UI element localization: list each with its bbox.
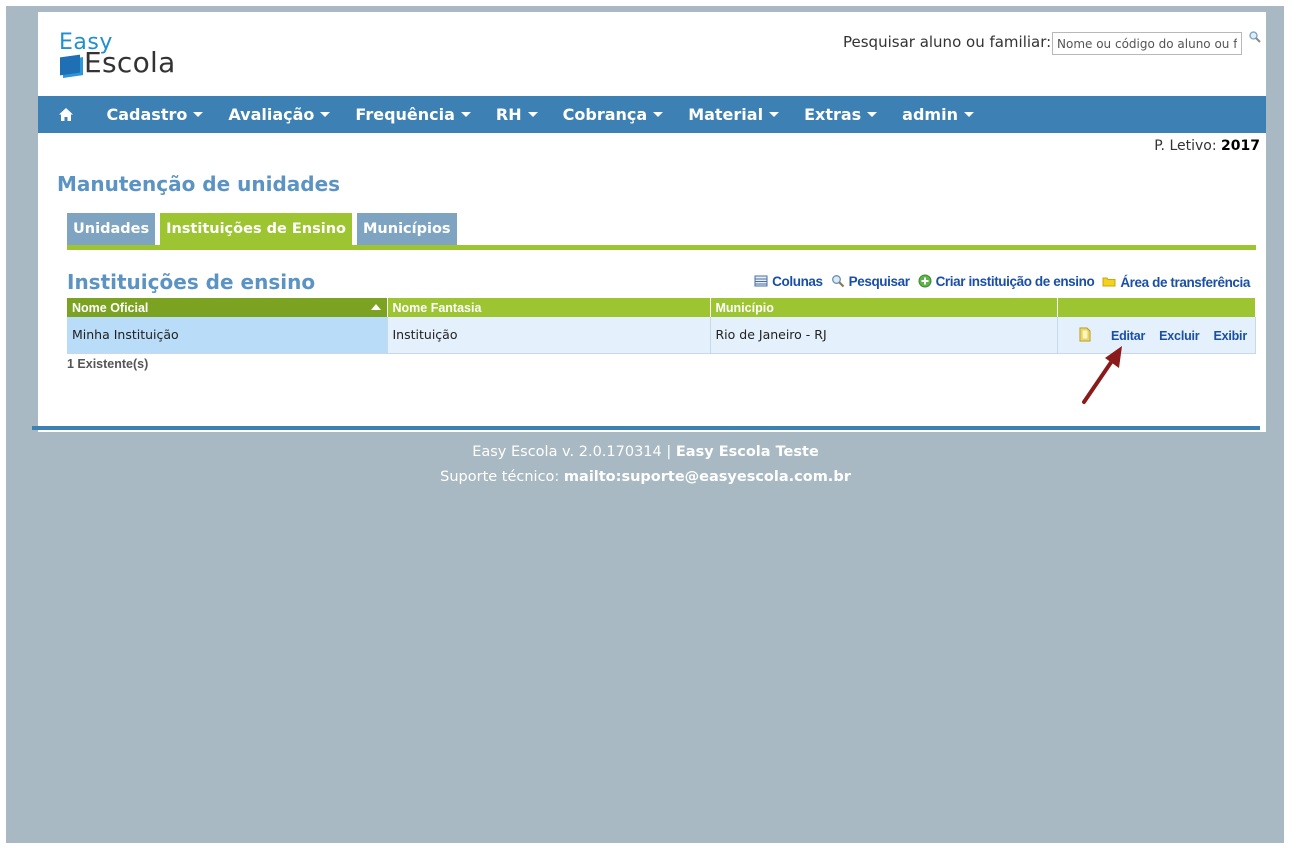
columns-icon [754, 275, 768, 287]
chevron-down-icon [653, 112, 664, 117]
header-municipio[interactable]: Município [710, 298, 1058, 317]
nav-label: Extras [804, 105, 862, 124]
chevron-down-icon [193, 112, 204, 117]
search-button[interactable]: Pesquisar [831, 274, 910, 289]
chevron-down-icon [320, 112, 331, 117]
nav-label: Cadastro [106, 105, 188, 124]
nav-admin[interactable]: admin [890, 96, 987, 133]
logo-book-icon [60, 54, 80, 76]
nav-cobranca[interactable]: Cobrança [550, 96, 676, 133]
table-header-row: Nome Oficial Nome Fantasia Município [67, 298, 1256, 317]
header-label: Nome Fantasia [392, 300, 482, 315]
header-actions [1057, 298, 1256, 317]
header-label: Município [715, 300, 774, 315]
footer-version-text: Easy Escola v. 2.0.170314 | [472, 444, 672, 460]
nav-label: Frequência [355, 105, 455, 124]
create-institution-button[interactable]: Criar instituição de ensino [918, 274, 1095, 289]
columns-button[interactable]: Colunas [754, 273, 823, 289]
clipboard-label: Área de transferência [1120, 275, 1250, 290]
nav-material[interactable]: Material [676, 96, 792, 133]
create-label: Criar instituição de ensino [935, 273, 1095, 289]
tab-instituicoes-de-ensino[interactable]: Instituições de Ensino [160, 213, 352, 245]
page-bottom-rule [32, 426, 1260, 430]
header-nome-fantasia[interactable]: Nome Fantasia [387, 298, 711, 317]
support-email-link[interactable]: mailto:suporte@easyescola.com.br [564, 469, 851, 485]
tabs-divider [67, 245, 1256, 250]
columns-label: Colunas [772, 273, 823, 289]
main-nav: Cadastro Avaliação Frequência RH Cobranç… [38, 96, 1266, 133]
nav-label: Cobrança [562, 105, 648, 124]
section-title: Instituições de ensino [67, 270, 316, 294]
nav-label: RH [495, 105, 522, 124]
home-icon [59, 108, 73, 121]
cell-nome-fantasia: Instituição [387, 317, 711, 354]
chevron-down-icon [527, 112, 538, 117]
window-background: Easy Escola Pesquisar aluno ou familiar:… [6, 6, 1284, 843]
footer-support: Suporte técnico: mailto:suporte@easyesco… [0, 469, 1291, 485]
delete-link[interactable]: Excluir [1159, 329, 1199, 343]
page-container: Easy Escola Pesquisar aluno ou familiar:… [38, 12, 1266, 432]
nav-rh[interactable]: RH [483, 96, 550, 133]
chevron-down-icon [460, 112, 471, 117]
tab-bar: Unidades Instituições de Ensino Municípi… [67, 213, 457, 245]
nav-label: Avaliação [228, 105, 315, 124]
period-label: P. Letivo: [1154, 138, 1217, 154]
header-nome-oficial[interactable]: Nome Oficial [67, 298, 388, 317]
nav-label: admin [902, 105, 958, 124]
search-icon[interactable] [1248, 30, 1262, 44]
nav-cadastro[interactable]: Cadastro [94, 96, 216, 133]
chevron-down-icon [963, 112, 974, 117]
tab-municipios[interactable]: Municípios [357, 213, 457, 245]
home-button[interactable] [38, 96, 94, 133]
cell-municipio: Rio de Janeiro - RJ [710, 317, 1058, 354]
period-value[interactable]: 2017 [1221, 138, 1260, 154]
chevron-down-icon [867, 112, 878, 117]
folder-icon [1102, 277, 1116, 287]
sort-ascending-icon [370, 304, 381, 310]
view-link[interactable]: Exibir [1213, 329, 1247, 343]
header-label: Nome Oficial [72, 300, 149, 315]
easy-escola-logo[interactable]: Easy Escola [58, 30, 208, 80]
logo-text-escola: Escola [84, 46, 176, 79]
search-label: Pesquisar aluno ou familiar: [843, 33, 1052, 51]
nav-label: Material [688, 105, 764, 124]
student-search-input[interactable] [1052, 32, 1242, 55]
footer-version: Easy Escola v. 2.0.170314 | Easy Escola … [0, 444, 1291, 460]
grid-toolbar: Colunas Pesquisar Criar instituição de e… [754, 272, 1250, 290]
record-count: 1 Existente(s) [67, 357, 149, 371]
footer-instance: Easy Escola Teste [675, 444, 819, 460]
magnifier-icon [831, 275, 844, 288]
chevron-down-icon [769, 112, 780, 117]
tab-unidades[interactable]: Unidades [67, 213, 156, 245]
add-icon [918, 274, 932, 288]
search-label: Pesquisar [848, 273, 910, 289]
nav-frequencia[interactable]: Frequência [343, 96, 484, 133]
annotation-arrow-icon [1082, 346, 1122, 404]
clipboard-button[interactable]: Área de transferência [1102, 272, 1250, 290]
nav-avaliacao[interactable]: Avaliação [216, 96, 343, 133]
cell-nome-oficial: Minha Instituição [67, 317, 388, 354]
nav-extras[interactable]: Extras [792, 96, 890, 133]
school-period: P. Letivo: 2017 [1154, 138, 1260, 154]
footer-support-label: Suporte técnico: [440, 469, 560, 485]
page-title: Manutenção de unidades [57, 172, 341, 196]
